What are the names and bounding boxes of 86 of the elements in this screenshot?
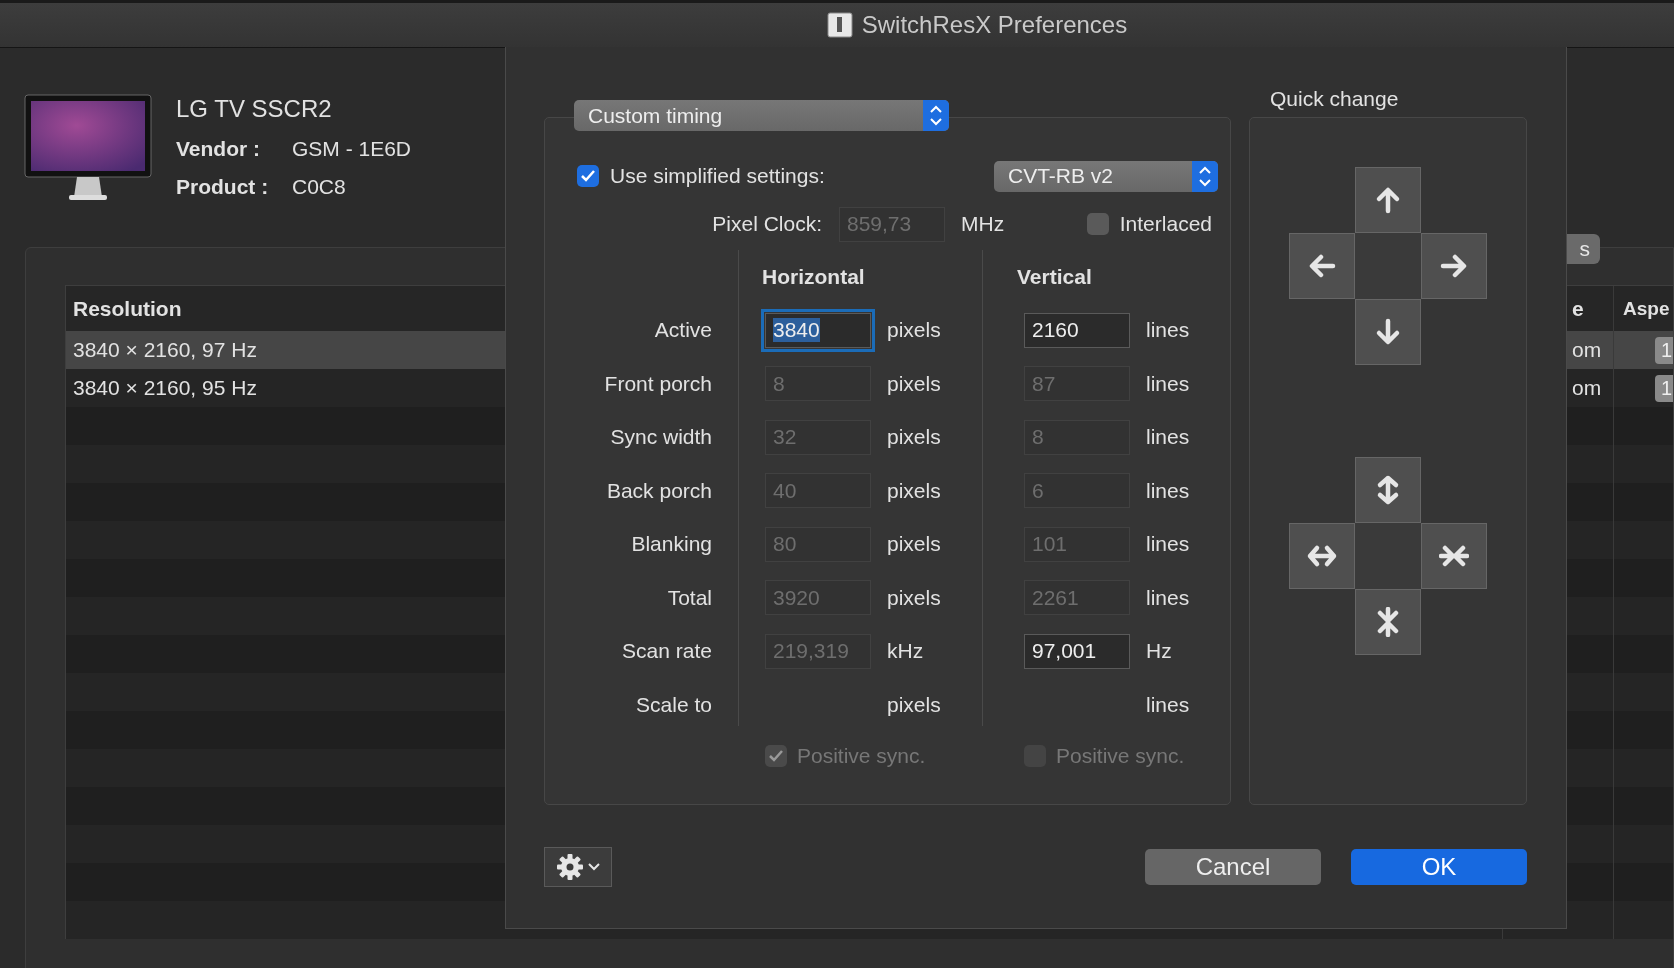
- unit-label: pixels: [887, 478, 941, 503]
- number-field[interactable]: 97,001: [1024, 633, 1130, 669]
- row-label: Active: [654, 318, 712, 343]
- ok-button[interactable]: OK: [1351, 849, 1527, 885]
- number-field[interactable]: 6: [1024, 473, 1130, 509]
- unit-label: lines: [1146, 425, 1190, 450]
- move-right-button[interactable]: [1421, 233, 1487, 299]
- checkbox[interactable]: [577, 165, 599, 187]
- aspect-tag: 1: [1655, 336, 1673, 364]
- number-field[interactable]: 2160: [1024, 312, 1130, 348]
- unit-label: pixels: [887, 318, 941, 343]
- unit-label: Hz: [1146, 639, 1172, 664]
- unit-label: lines: [1146, 318, 1190, 343]
- number-field[interactable]: 40: [765, 473, 871, 509]
- monitor-icon: [23, 93, 153, 203]
- positive-sync-label: Positive sync.: [1056, 744, 1185, 769]
- stepper-icon: [1192, 160, 1218, 192]
- number-field[interactable]: 8: [1024, 419, 1130, 455]
- unit-label: MHz: [961, 212, 1005, 236]
- row-label: Sync width: [610, 425, 712, 450]
- checkbox[interactable]: [1086, 213, 1109, 235]
- row-label: Scan rate: [622, 639, 712, 664]
- unit-label: lines: [1146, 371, 1190, 396]
- unit-label: kHz: [887, 639, 924, 664]
- row-label: Total: [667, 585, 712, 610]
- positive-sync-label: Positive sync.: [797, 744, 926, 769]
- stepper-icon: [923, 100, 949, 131]
- taller-button[interactable]: [1355, 457, 1421, 523]
- number-field[interactable]: 8: [765, 366, 871, 402]
- app-icon: [826, 12, 853, 38]
- product-label: Product :: [176, 175, 270, 199]
- table-cell: 3840 × 2160, 95 Hz: [73, 376, 257, 400]
- simplified-label: Use simplified settings:: [610, 164, 825, 188]
- interlaced-label: Interlaced: [1119, 212, 1212, 236]
- checkbox[interactable]: [765, 745, 787, 768]
- center-tile: [1355, 233, 1421, 299]
- number-field[interactable]: 101: [1024, 526, 1130, 562]
- number-field[interactable]: 80: [765, 526, 871, 562]
- unit-label: lines: [1146, 532, 1190, 557]
- number-field[interactable]: 2261: [1024, 580, 1130, 616]
- timing-mode-popup[interactable]: Custom timing: [574, 100, 949, 131]
- number-field[interactable]: 87: [1024, 366, 1130, 402]
- row-label: Front porch: [604, 371, 712, 396]
- move-left-button[interactable]: [1289, 233, 1355, 299]
- center-tile: [1355, 523, 1421, 589]
- quick-change-label: Quick change: [1269, 89, 1400, 112]
- move-down-button[interactable]: [1355, 299, 1421, 365]
- gear-icon: [555, 853, 584, 881]
- action-menu-button[interactable]: [544, 847, 612, 887]
- column-header[interactable]: Aspe: [1623, 297, 1670, 320]
- table-cell: 3840 × 2160, 97 Hz: [73, 338, 257, 362]
- table-cell: om: [1572, 338, 1602, 362]
- unit-label: pixels: [887, 692, 941, 717]
- unit-label: pixels: [887, 371, 941, 396]
- pixel-clock-label: Pixel Clock:: [711, 212, 822, 236]
- number-field[interactable]: 3920: [765, 580, 871, 616]
- product-value: C0C8: [292, 175, 346, 199]
- row-label: Back porch: [606, 478, 712, 503]
- column-header[interactable]: Resolution: [73, 296, 182, 321]
- aspect-tag: 1: [1655, 374, 1673, 402]
- unit-label: pixels: [887, 425, 941, 450]
- unit-label: lines: [1146, 478, 1190, 503]
- pixel-clock-field[interactable]: 859,73: [839, 206, 945, 242]
- unit-label: lines: [1146, 692, 1190, 717]
- wider-button[interactable]: [1289, 523, 1355, 589]
- vendor-label: Vendor :: [176, 137, 261, 161]
- unit-label: pixels: [887, 532, 941, 557]
- column-header: Horizontal: [762, 264, 865, 289]
- unit-label: pixels: [887, 585, 941, 610]
- row-label: Scale to: [636, 692, 712, 717]
- number-field[interactable]: 32: [765, 419, 871, 455]
- column-header: Vertical: [1017, 264, 1092, 289]
- column-header[interactable]: e: [1572, 296, 1584, 321]
- unit-label: lines: [1146, 585, 1190, 610]
- chevron-down-icon: [586, 862, 601, 872]
- standard-popup[interactable]: CVT-RB v2: [994, 160, 1218, 192]
- move-up-button[interactable]: [1355, 167, 1421, 233]
- vendor-value: GSM - 1E6D: [292, 137, 412, 161]
- table-cell: om: [1572, 376, 1602, 400]
- window-title: SwitchResX Preferences: [861, 11, 1128, 39]
- shorter-button[interactable]: [1355, 589, 1421, 655]
- display-name: LG TV SSCR2: [176, 95, 333, 123]
- narrower-button[interactable]: [1421, 523, 1487, 589]
- number-field[interactable]: 219,319: [765, 633, 871, 669]
- row-label: Blanking: [631, 532, 712, 557]
- cancel-button[interactable]: Cancel: [1145, 849, 1321, 885]
